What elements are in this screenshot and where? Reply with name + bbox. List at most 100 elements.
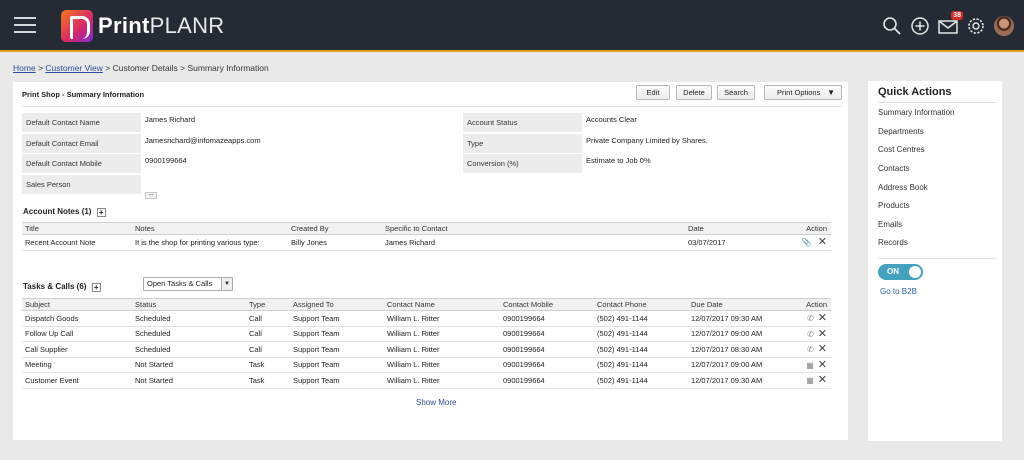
print-options-button[interactable]: Print Options ▼ (764, 85, 842, 100)
quick-action-address-book[interactable]: Address Book (878, 183, 928, 192)
table-cell: Follow Up Call (22, 326, 132, 342)
table-cell: James Richard (382, 234, 685, 251)
delete-icon[interactable]: ✕ (818, 313, 827, 324)
breadcrumb-current: > Customer Details > Summary Information (105, 63, 269, 73)
info-label: Account Status (463, 113, 582, 132)
delete-icon[interactable]: ✕ (818, 328, 827, 339)
table-cell: Call (246, 310, 290, 327)
column-header: Contact Mobile (500, 298, 594, 311)
table-cell: (502) 491-1144 (594, 341, 688, 358)
table-cell: (502) 491-1144 (594, 357, 688, 373)
quick-action-products[interactable]: Products (878, 201, 910, 210)
table-cell: Call Supplier (22, 341, 132, 358)
show-more-link[interactable]: Show More (416, 398, 456, 407)
task-icon[interactable]: ▦ (806, 376, 814, 385)
table-cell: Task (246, 372, 290, 389)
mail-icon[interactable]: 38 (938, 11, 963, 36)
table-cell: Scheduled (132, 326, 246, 342)
info-value: Private Company Limited by Shares. (586, 135, 708, 145)
action-cell: 📎 ✕ (785, 234, 831, 251)
breadcrumb-home-link[interactable]: Home (13, 63, 36, 73)
breadcrumb-customer-view-link[interactable]: Customer View (45, 63, 102, 73)
quick-action-summary-information[interactable]: Summary Information (878, 108, 954, 117)
info-row: Default Contact Mobile 0900199664 (22, 154, 261, 173)
column-header: Date (685, 222, 785, 235)
table-row[interactable]: Dispatch Goods Scheduled Call Support Te… (22, 310, 831, 327)
quick-actions-panel: Quick Actions Summary Information Depart… (868, 81, 1002, 441)
b2b-toggle[interactable]: ON (878, 264, 923, 280)
column-header: Created By (288, 222, 382, 235)
table-row[interactable]: Follow Up Call Scheduled Call Support Te… (22, 326, 831, 342)
table-cell: Call (246, 341, 290, 358)
quick-action-records[interactable]: Records (878, 238, 908, 247)
table-row[interactable]: Meeting Not Started Task Support Team Wi… (22, 357, 831, 373)
table-row[interactable]: Customer Event Not Started Task Support … (22, 372, 831, 389)
table-cell: Support Team (290, 341, 384, 358)
action-cell: ✆ ✕ (788, 326, 831, 342)
app-logo-text[interactable]: PrintPLANR (98, 13, 224, 39)
page-title: Print Shop - Summary Information (22, 90, 145, 99)
column-header: Assigned To (290, 298, 384, 311)
phone-icon[interactable]: ✆ (807, 330, 814, 339)
task-icon[interactable]: ▦ (806, 361, 814, 370)
info-value: James Richard (145, 115, 196, 124)
table-cell: Meeting (22, 357, 132, 373)
chevron-down-icon: ▼ (827, 88, 835, 97)
info-label: Conversion (%) (463, 154, 582, 173)
delete-icon[interactable]: ✕ (818, 344, 827, 355)
table-cell: Scheduled (132, 341, 246, 358)
table-cell: Dispatch Goods (22, 310, 132, 327)
table-cell: It is the shop for printing various type… (132, 234, 288, 251)
delete-icon[interactable]: ✕ (818, 375, 827, 386)
tasks-calls-title: Tasks & Calls (6) + (23, 282, 101, 292)
quick-action-departments[interactable]: Departments (878, 127, 924, 136)
delete-icon[interactable]: ✕ (818, 237, 827, 248)
table-cell: 12/07/2017 08:30 AM (688, 341, 788, 358)
table-cell: Call (246, 326, 290, 342)
quick-action-emails[interactable]: Emails (878, 220, 902, 229)
table-row[interactable]: Call Supplier Scheduled Call Support Tea… (22, 341, 831, 358)
quick-action-cost-centres[interactable]: Cost Centres (878, 145, 925, 154)
more-button[interactable]: ... (145, 191, 157, 199)
search-button[interactable]: Search (717, 85, 755, 100)
contact-info-right: Account Status Accounts Clear Type Priva… (463, 113, 708, 175)
delete-icon[interactable]: ✕ (818, 359, 827, 370)
edit-button[interactable]: Edit (636, 85, 670, 100)
info-value: 0900199664 (145, 156, 187, 165)
column-header: Due Date (688, 298, 788, 311)
column-header: Title (22, 222, 132, 235)
quick-actions-title: Quick Actions (878, 86, 952, 98)
add-task-button[interactable]: + (91, 283, 101, 292)
table-cell: Not Started (132, 372, 246, 389)
info-label: Default Contact Mobile (22, 154, 141, 173)
info-row: Conversion (%) Estimate to Job 0% (463, 154, 708, 173)
table-cell: William L. Ritter (384, 341, 500, 358)
gear-icon[interactable] (966, 16, 986, 36)
column-header: Contact Name (384, 298, 500, 311)
column-header: Status (132, 298, 246, 311)
phone-icon[interactable]: ✆ (807, 314, 814, 323)
tasks-filter-select[interactable]: Open Tasks & Calls ▼ (143, 277, 233, 291)
table-row[interactable]: Recent Account Note It is the shop for p… (22, 234, 831, 251)
menu-icon[interactable] (14, 17, 36, 33)
action-cell: ▦ ✕ (788, 357, 831, 373)
print-options-label: Print Options (777, 88, 821, 97)
add-note-button[interactable]: + (96, 208, 106, 217)
table-cell: Support Team (290, 310, 384, 327)
delete-button[interactable]: Delete (676, 85, 712, 100)
table-cell: Customer Event (22, 372, 132, 389)
user-avatar[interactable] (994, 16, 1014, 36)
go-to-b2b-link[interactable]: Go to B2B (880, 287, 917, 296)
quick-action-contacts[interactable]: Contacts (878, 164, 910, 173)
table-cell: 0900199664 (500, 357, 594, 373)
quick-actions-divider (878, 102, 996, 103)
table-header-row: Subject Status Type Assigned To Contact … (22, 298, 831, 311)
add-icon[interactable] (910, 16, 930, 36)
column-header: Specific to Contact (382, 222, 685, 235)
account-notes-count: (1) (81, 207, 92, 216)
phone-icon[interactable]: ✆ (807, 345, 814, 354)
account-notes-table: Title Notes Created By Specific to Conta… (22, 222, 831, 251)
search-icon[interactable] (882, 16, 902, 36)
attachment-icon[interactable]: 📎 (802, 238, 812, 247)
column-header: Contact Phone (594, 298, 688, 311)
